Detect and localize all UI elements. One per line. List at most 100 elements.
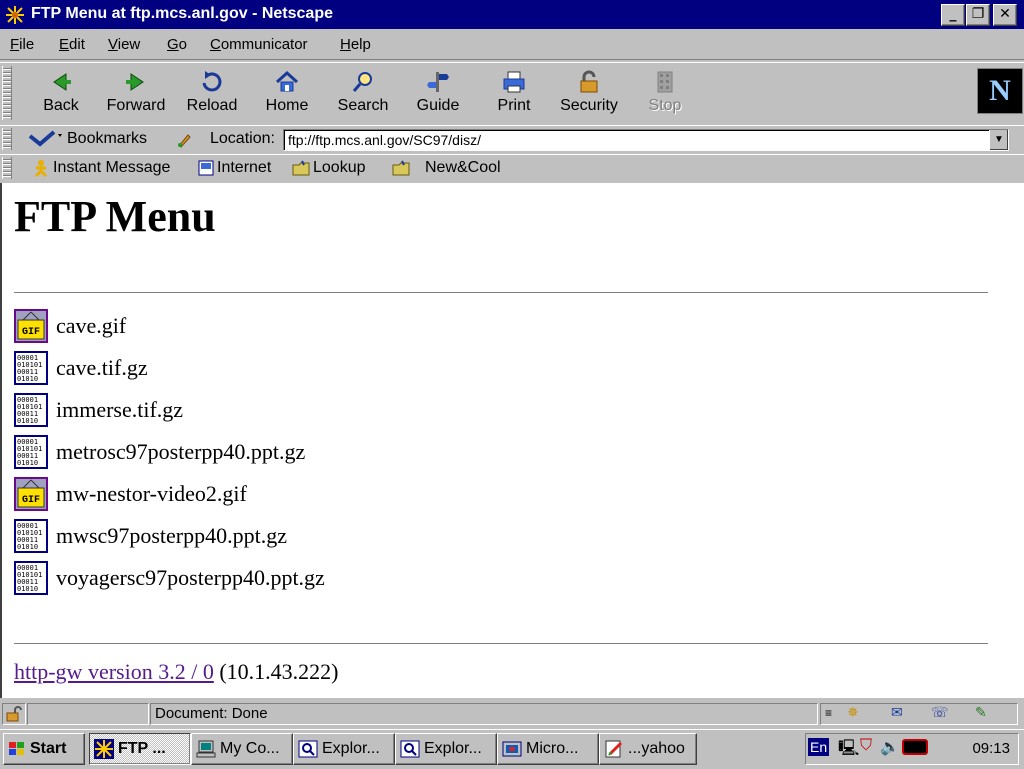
composer-icon[interactable]: ✎	[975, 704, 987, 721]
menu-file[interactable]: File	[10, 36, 34, 53]
print-button[interactable]: Print	[492, 67, 536, 121]
taskbar-explorer-button[interactable]: Explor...	[395, 733, 497, 765]
personal-toolbar: Instant Message Internet Lookup New&Cool	[0, 154, 1024, 184]
menu-go[interactable]: Go	[167, 36, 187, 53]
http-gw-version-link[interactable]: http-gw version 3.2 / 0	[14, 659, 214, 684]
file-list-item[interactable]: 00001 010101 00011 01010 voyagersc97posterp…	[14, 559, 325, 597]
svg-text:01010: 01010	[17, 459, 38, 467]
mail-icon[interactable]: ✉	[891, 704, 903, 721]
navigator-icon[interactable]: ✵	[847, 704, 859, 721]
location-toolbar-grip[interactable]	[2, 128, 12, 150]
home-icon	[275, 70, 299, 92]
antivirus-shield-icon[interactable]: ⛉	[860, 737, 872, 755]
search-icon	[352, 72, 372, 92]
guide-button[interactable]: Guide	[413, 67, 463, 121]
new-and-cool-button[interactable]: New&Cool	[392, 159, 501, 177]
title-bar[interactable]: FTP Menu at ftp.mcs.anl.gov - Netscape _…	[0, 0, 1024, 29]
location-label: Location:	[210, 130, 275, 147]
url-history-dropdown[interactable]: ▼	[989, 130, 1008, 150]
binary-file-icon[interactable]: 000010101010001101010	[14, 561, 48, 595]
my-computer-icon	[196, 740, 216, 758]
forward-arrow-icon	[126, 73, 144, 91]
restore-button[interactable]: ❐	[966, 4, 990, 26]
microsoft-app-icon	[502, 741, 522, 757]
url-text[interactable]: ftp://ftp.mcs.anl.gov/SC97/disz/	[288, 132, 481, 148]
menu-view[interactable]: View	[108, 36, 140, 53]
svg-text:01010: 01010	[17, 417, 38, 425]
svg-text:GIF: GIF	[22, 327, 40, 338]
svg-text:01010: 01010	[17, 375, 38, 383]
language-indicator[interactable]: En	[808, 738, 830, 756]
page-content: FTP Menu GIF cave.gif 00001 010101 00011 01…	[0, 183, 1024, 698]
internet-button[interactable]: Internet	[198, 159, 271, 177]
menu-help[interactable]: Help	[340, 36, 371, 53]
taskbar-my-computer-button[interactable]: My Co...	[191, 733, 293, 765]
gif-icon[interactable]: GIF	[14, 477, 48, 511]
home-button[interactable]: Home	[262, 67, 312, 121]
internet-bookmark-icon	[198, 160, 214, 176]
toolbar-grip[interactable]	[2, 66, 12, 120]
status-text: Document: Done	[155, 705, 268, 722]
personal-toolbar-grip[interactable]	[2, 157, 12, 179]
security-button[interactable]: Security	[556, 67, 622, 121]
status-bar: Document: Done ≡ ✵ ✉ ☏ ✎	[0, 700, 1024, 728]
binary-file-icon[interactable]: 000010101010001101010	[14, 435, 48, 469]
instant-message-icon	[34, 160, 48, 177]
svg-text:01010: 01010	[17, 543, 38, 551]
padlock-icon	[580, 70, 598, 93]
search-button[interactable]: Search	[333, 67, 393, 121]
stop-button[interactable]: Stop	[644, 67, 686, 121]
network-tray-icon[interactable]: 🖳	[838, 737, 859, 764]
file-list-item[interactable]: 00001 010101 00011 01010 metrosc97posterpp4…	[14, 433, 305, 471]
unlocked-padlock-icon	[6, 706, 22, 722]
file-list-item[interactable]: 00001 010101 00011 01010 mwsc97posterpp40.p…	[14, 517, 287, 555]
location-toolbar: Bookmarks Location: ftp://ftp.mcs.anl.go…	[0, 125, 1024, 155]
binary-file-icon[interactable]: 000010101010001101010	[14, 519, 48, 553]
taskbar-explorer-button[interactable]: Explor...	[293, 733, 395, 765]
forward-button[interactable]: Forward	[103, 67, 169, 121]
taskbar-yahoo-button[interactable]: ...yahoo	[599, 733, 697, 765]
security-status-panel[interactable]	[2, 703, 26, 725]
lookup-button[interactable]: Lookup	[292, 159, 366, 177]
component-bar: ≡ ✵ ✉ ☏ ✎	[820, 703, 1018, 725]
file-list-item[interactable]: GIF mw-nestor-video2.gif	[14, 475, 247, 513]
page-proxy-icon[interactable]	[176, 132, 192, 148]
binary-file-icon[interactable]: 000010101010001101010	[14, 393, 48, 427]
svg-text:01010: 01010	[17, 585, 38, 593]
close-button[interactable]: ✕	[993, 4, 1017, 26]
location-field[interactable]: ftp://ftp.mcs.anl.gov/SC97/disz/ ▼	[283, 129, 1009, 151]
printer-icon	[503, 71, 525, 93]
gif-icon[interactable]: GIF	[14, 309, 48, 343]
netscape-logo[interactable]: N	[977, 68, 1023, 114]
bookmarks-button[interactable]: Bookmarks	[28, 130, 147, 148]
back-button[interactable]: Back	[38, 67, 84, 121]
minimize-button[interactable]: _	[941, 4, 965, 26]
menu-edit[interactable]: Edit	[59, 36, 85, 53]
taskbar-microsoft-button[interactable]: Micro...	[497, 733, 599, 765]
folder-icon	[292, 160, 310, 176]
component-bar-grip-icon[interactable]: ≡	[825, 706, 832, 720]
taskbar-netscape-button[interactable]: FTP ...	[89, 733, 191, 765]
reload-icon	[202, 71, 222, 92]
instant-message-button[interactable]: Instant Message	[32, 159, 170, 177]
netscape-app-icon	[94, 739, 114, 759]
start-button[interactable]: Start	[3, 733, 85, 765]
discussion-icon[interactable]: ☏	[931, 704, 949, 721]
clock[interactable]: 09:13	[972, 740, 1010, 757]
file-list-item[interactable]: 00001 010101 00011 01010 cave.tif.gz	[14, 349, 148, 387]
windows-taskbar: Start FTP ... My Co... Explor... Explor.…	[0, 729, 1024, 769]
progress-panel	[27, 703, 149, 725]
guide-icon	[427, 72, 449, 92]
binary-file-icon[interactable]: 000010101010001101010	[14, 351, 48, 385]
page-footer: http-gw version 3.2 / 0 (10.1.43.222)	[14, 659, 338, 685]
menu-communicator[interactable]: Communicator	[210, 36, 308, 53]
client-ip: (10.1.43.222)	[219, 659, 339, 684]
status-text-panel: Document: Done	[150, 703, 818, 725]
file-list-item[interactable]: GIF cave.gif	[14, 307, 126, 345]
battery-tray-icon[interactable]	[902, 739, 928, 755]
speaker-volume-icon[interactable]: 🔈	[880, 737, 900, 757]
menu-bar: File Edit View Go Communicator Help	[0, 29, 1024, 60]
file-list-item[interactable]: 00001 010101 00011 01010 immerse.tif.gz	[14, 391, 183, 429]
reload-button[interactable]: Reload	[181, 67, 243, 121]
explorer-icon	[400, 740, 420, 758]
